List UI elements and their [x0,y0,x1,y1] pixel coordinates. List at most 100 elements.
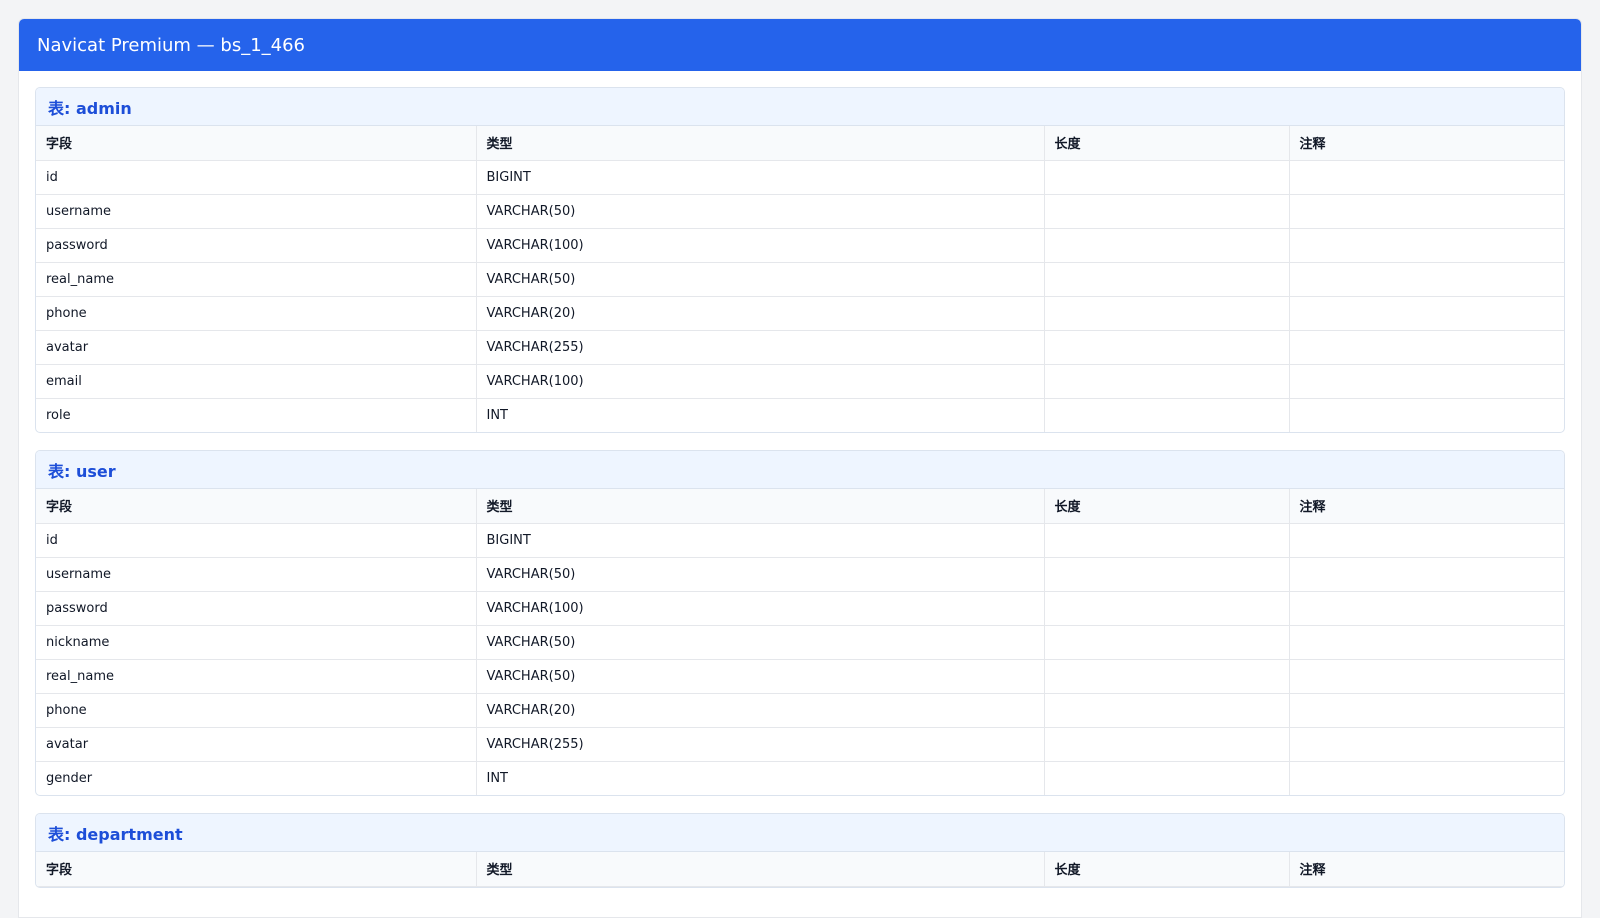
cell-comment[interactable] [1289,364,1564,399]
cell-type[interactable]: VARCHAR(100) [476,591,1045,626]
cell-type[interactable]: BIGINT [476,523,1045,558]
column-header[interactable]: 长度 [1044,852,1290,887]
cell-type[interactable]: VARCHAR(50) [476,625,1045,660]
cell-field[interactable]: real_name [36,659,477,694]
cell-field[interactable]: username [36,557,477,592]
title-bar: Navicat Premium — bs_1_466 [19,19,1581,71]
table-card: 表: user 字段 类型 长度 注释 id BIGINT username VARCHAR(5… [35,450,1565,796]
cell-comment[interactable] [1289,523,1564,558]
cell-comment[interactable] [1289,262,1564,297]
table-name-header[interactable]: 表: department [36,814,1564,852]
table-row[interactable]: id BIGINT [36,523,1564,558]
cell-field[interactable]: gender [36,761,477,795]
cell-field[interactable]: email [36,364,477,399]
table-row[interactable]: password VARCHAR(100) [36,591,1564,626]
cell-field[interactable]: password [36,228,477,263]
cell-comment[interactable] [1289,296,1564,331]
table-card: 表: department 字段 类型 长度 注释 [35,813,1565,888]
table-row[interactable]: avatar VARCHAR(255) [36,330,1564,365]
table-card: 表: admin 字段 类型 长度 注释 id BIGINT username VARCHAR(… [35,87,1565,433]
cell-comment[interactable] [1289,693,1564,728]
table-row[interactable]: real_name VARCHAR(50) [36,659,1564,694]
column-header[interactable]: 注释 [1289,489,1564,524]
cell-field[interactable]: phone [36,693,477,728]
cell-comment[interactable] [1289,228,1564,263]
column-header[interactable]: 注释 [1289,126,1564,161]
cell-comment[interactable] [1289,398,1564,432]
table-row[interactable]: username VARCHAR(50) [36,194,1564,229]
cell-type[interactable]: INT [476,761,1045,795]
cell-length[interactable] [1044,194,1290,229]
cell-length[interactable] [1044,364,1290,399]
table-name-header[interactable]: 表: user [36,451,1564,489]
cell-comment[interactable] [1289,727,1564,762]
cell-length[interactable] [1044,262,1290,297]
cell-field[interactable]: password [36,591,477,626]
cell-field[interactable]: nickname [36,625,477,660]
cell-comment[interactable] [1289,761,1564,795]
cell-length[interactable] [1044,398,1290,432]
column-header[interactable]: 字段 [36,126,477,161]
cell-type[interactable]: VARCHAR(100) [476,228,1045,263]
cell-type[interactable]: VARCHAR(20) [476,693,1045,728]
cell-field[interactable]: id [36,523,477,558]
cell-type[interactable]: VARCHAR(50) [476,262,1045,297]
cell-type[interactable]: VARCHAR(20) [476,296,1045,331]
column-header[interactable]: 类型 [476,126,1045,161]
column-header[interactable]: 字段 [36,852,477,887]
cell-length[interactable] [1044,296,1290,331]
cell-type[interactable]: VARCHAR(50) [476,557,1045,592]
cell-comment[interactable] [1289,330,1564,365]
cell-type[interactable]: VARCHAR(255) [476,330,1045,365]
cell-length[interactable] [1044,727,1290,762]
cell-type[interactable]: INT [476,398,1045,432]
cell-length[interactable] [1044,330,1290,365]
cell-length[interactable] [1044,625,1290,660]
fields-table: 字段 类型 长度 注释 [36,852,1564,887]
column-header[interactable]: 类型 [476,852,1045,887]
cell-field[interactable]: id [36,160,477,195]
table-row[interactable]: phone VARCHAR(20) [36,296,1564,331]
cell-length[interactable] [1044,160,1290,195]
cell-type[interactable]: VARCHAR(255) [476,727,1045,762]
column-header[interactable]: 字段 [36,489,477,524]
cell-comment[interactable] [1289,625,1564,660]
cell-length[interactable] [1044,228,1290,263]
cell-field[interactable]: real_name [36,262,477,297]
table-name-header[interactable]: 表: admin [36,88,1564,126]
cell-field[interactable]: role [36,398,477,432]
table-row[interactable]: avatar VARCHAR(255) [36,727,1564,762]
cell-type[interactable]: VARCHAR(100) [476,364,1045,399]
cell-length[interactable] [1044,557,1290,592]
cell-type[interactable]: VARCHAR(50) [476,194,1045,229]
cell-field[interactable]: avatar [36,727,477,762]
cell-field[interactable]: phone [36,296,477,331]
cell-length[interactable] [1044,659,1290,694]
cell-type[interactable]: BIGINT [476,160,1045,195]
table-row[interactable]: gender INT [36,761,1564,795]
table-row[interactable]: id BIGINT [36,160,1564,195]
cell-length[interactable] [1044,761,1290,795]
table-row[interactable]: role INT [36,398,1564,432]
cell-comment[interactable] [1289,591,1564,626]
table-row[interactable]: password VARCHAR(100) [36,228,1564,263]
cell-type[interactable]: VARCHAR(50) [476,659,1045,694]
cell-length[interactable] [1044,523,1290,558]
table-row[interactable]: email VARCHAR(100) [36,364,1564,399]
cell-field[interactable]: username [36,194,477,229]
column-header[interactable]: 注释 [1289,852,1564,887]
table-row[interactable]: username VARCHAR(50) [36,557,1564,592]
cell-comment[interactable] [1289,160,1564,195]
column-header[interactable]: 长度 [1044,489,1290,524]
table-row[interactable]: nickname VARCHAR(50) [36,625,1564,660]
cell-field[interactable]: avatar [36,330,477,365]
column-header[interactable]: 长度 [1044,126,1290,161]
cell-length[interactable] [1044,693,1290,728]
cell-comment[interactable] [1289,194,1564,229]
cell-comment[interactable] [1289,659,1564,694]
cell-length[interactable] [1044,591,1290,626]
cell-comment[interactable] [1289,557,1564,592]
column-header[interactable]: 类型 [476,489,1045,524]
table-row[interactable]: real_name VARCHAR(50) [36,262,1564,297]
table-row[interactable]: phone VARCHAR(20) [36,693,1564,728]
